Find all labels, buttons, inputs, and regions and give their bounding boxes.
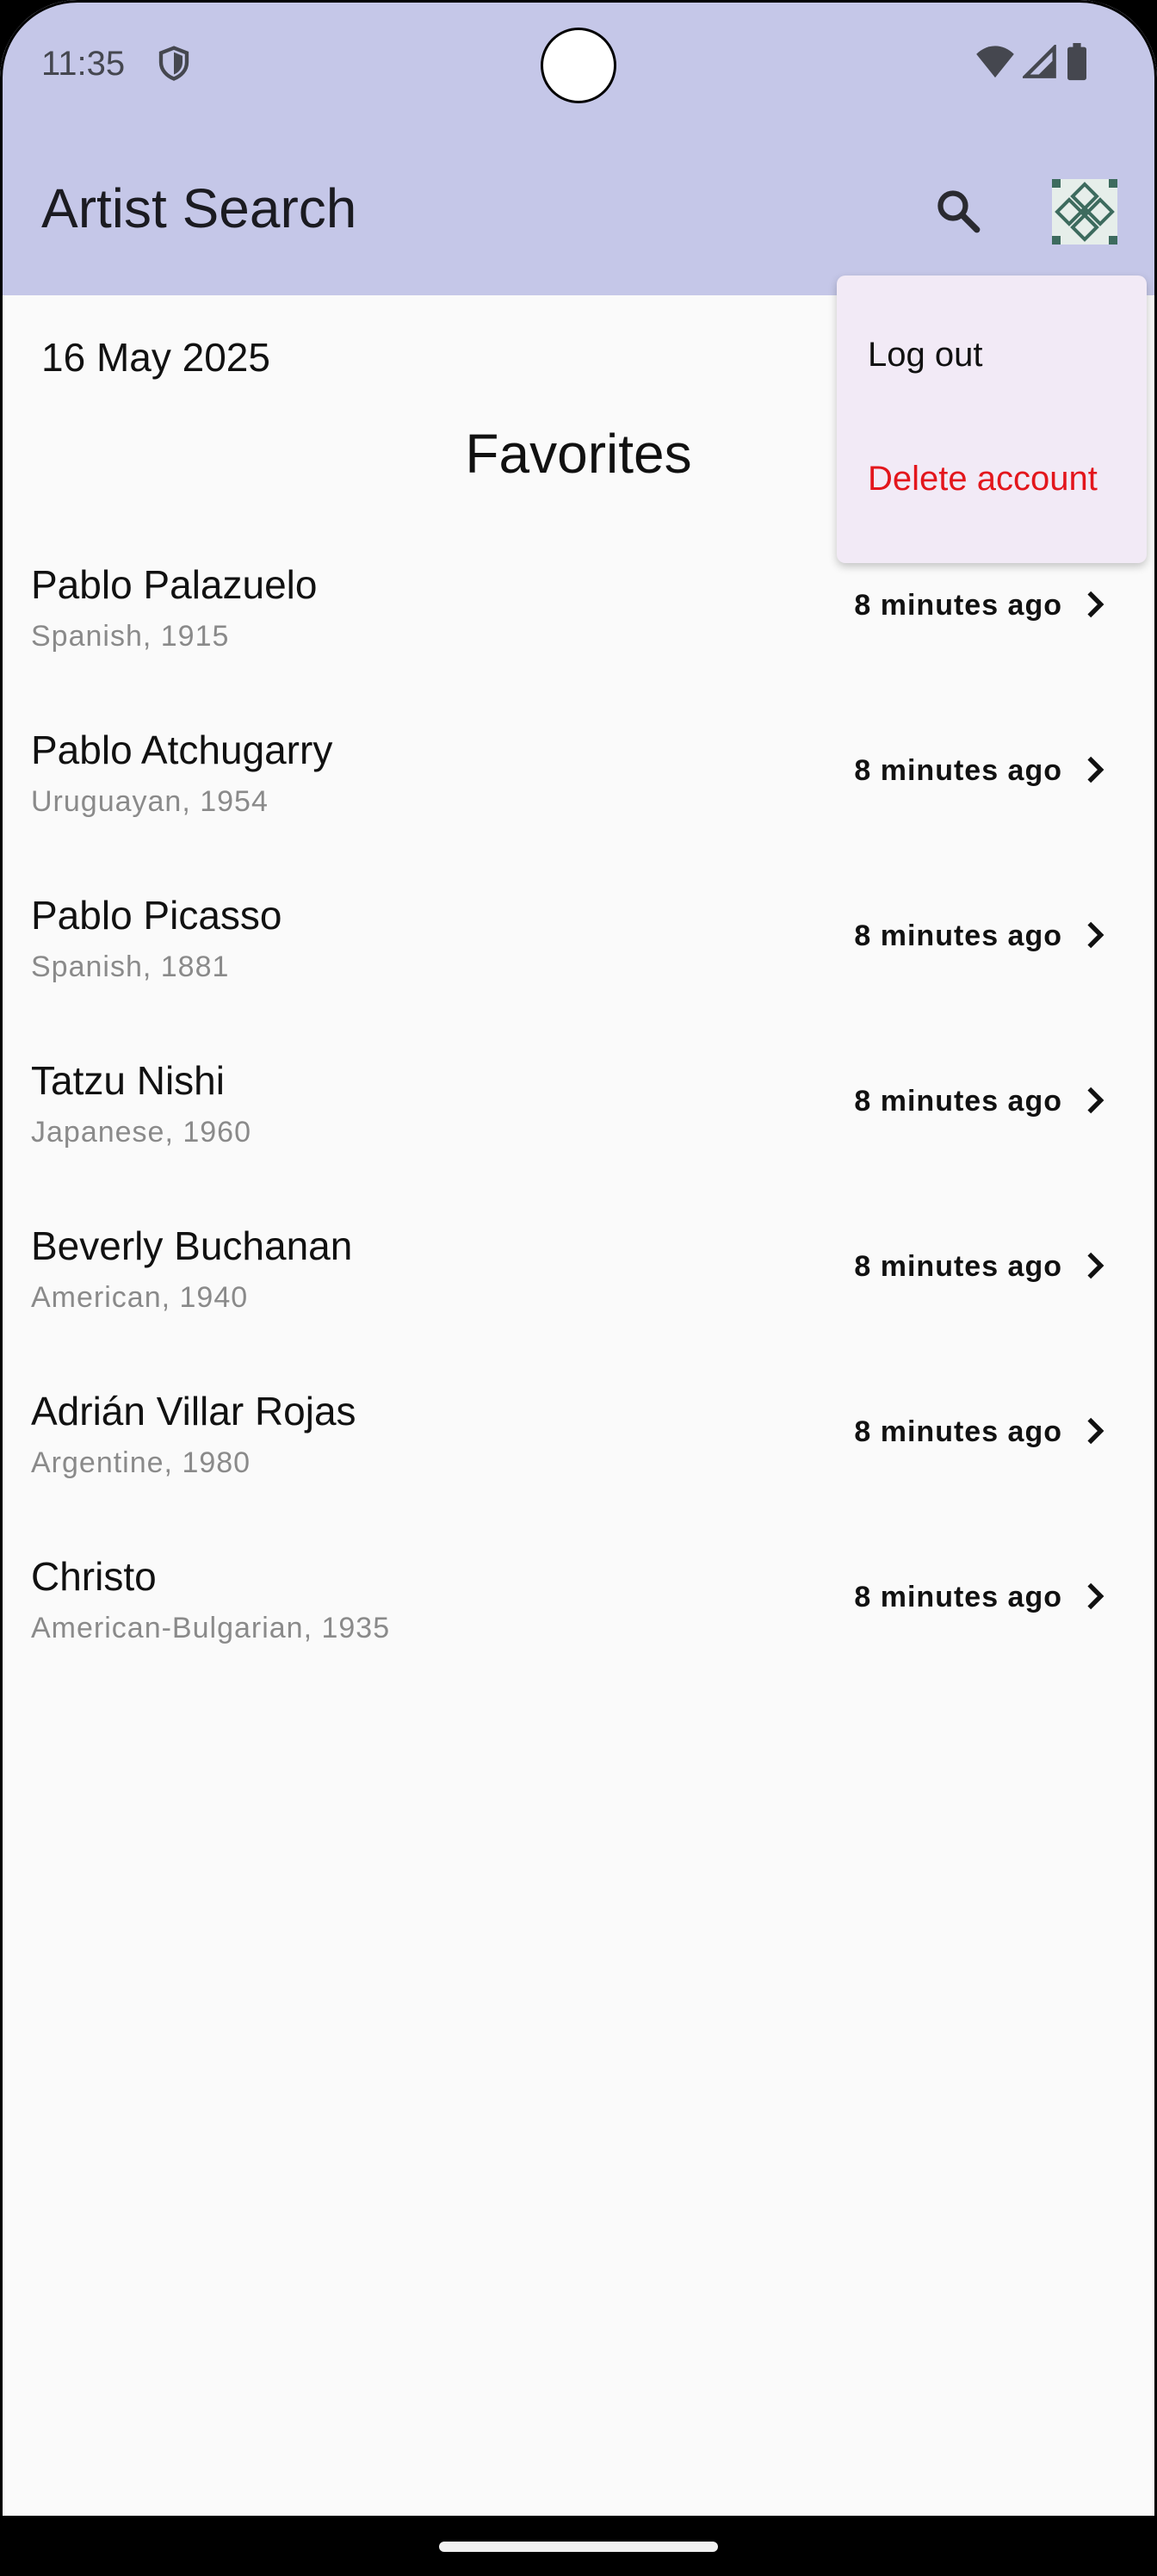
favorited-time: 8 minutes ago — [854, 1581, 1062, 1613]
delete-account-menu-item[interactable]: Delete account — [868, 460, 1098, 498]
search-icon — [937, 190, 981, 233]
app-bar: 11:35 Artist Search — [0, 0, 1157, 295]
artist-details: Japanese, 1960 — [31, 1116, 251, 1149]
favorited-time: 8 minutes ago — [854, 589, 1062, 622]
chevron-right-icon — [1087, 921, 1104, 949]
artist-details: Spanish, 1881 — [31, 951, 230, 983]
home-indicator[interactable] — [439, 2542, 718, 2552]
favorited-time: 8 minutes ago — [854, 1085, 1062, 1118]
favorite-row[interactable]: Pablo Atchugarry Uruguayan, 1954 8 minut… — [0, 711, 1157, 876]
current-date: 16 May 2025 — [41, 335, 270, 380]
favorite-row[interactable]: Tatzu Nishi Japanese, 1960 8 minutes ago — [0, 1042, 1157, 1207]
chevron-right-icon — [1087, 1582, 1104, 1610]
artist-details: Uruguayan, 1954 — [31, 785, 269, 818]
artist-details: Spanish, 1915 — [31, 620, 230, 653]
artist-name: Pablo Atchugarry — [31, 728, 333, 772]
artist-details: Argentine, 1980 — [31, 1446, 251, 1479]
favorited-time: 8 minutes ago — [854, 1250, 1062, 1283]
chevron-right-icon — [1087, 1252, 1104, 1279]
chevron-right-icon — [1087, 1087, 1104, 1114]
artist-details: American, 1940 — [31, 1281, 249, 1314]
favorited-time: 8 minutes ago — [854, 1415, 1062, 1448]
search-button[interactable] — [928, 181, 988, 241]
artist-name: Pablo Picasso — [31, 893, 282, 938]
favorite-row[interactable]: Christo American-Bulgarian, 1935 8 minut… — [0, 1538, 1157, 1703]
artist-details: American-Bulgarian, 1935 — [31, 1612, 391, 1644]
artist-name: Pablo Palazuelo — [31, 562, 318, 607]
patterned-avatar-icon — [1052, 179, 1117, 245]
signal-icon — [1023, 45, 1056, 78]
wifi-icon — [976, 46, 1014, 78]
favorite-row[interactable]: Beverly Buchanan American, 1940 8 minute… — [0, 1207, 1157, 1372]
artist-name: Christo — [31, 1554, 157, 1599]
shield-icon — [158, 46, 189, 81]
favorite-row[interactable]: Adrián Villar Rojas Argentine, 1980 8 mi… — [0, 1372, 1157, 1538]
phone-screen: 11:35 Artist Search 16 May 2025 Favorite… — [0, 0, 1157, 2576]
battery-icon — [1067, 43, 1086, 81]
chevron-right-icon — [1087, 756, 1104, 783]
artist-name: Beverly Buchanan — [31, 1223, 353, 1268]
overflow-menu: Log out Delete account — [837, 276, 1147, 563]
app-title: Artist Search — [41, 177, 357, 239]
chevron-right-icon — [1087, 591, 1104, 618]
chevron-right-icon — [1087, 1417, 1104, 1445]
artist-name: Adrián Villar Rojas — [31, 1389, 356, 1434]
favorited-time: 8 minutes ago — [854, 754, 1062, 787]
favorite-row[interactable]: Pablo Palazuelo Spanish, 1915 8 minutes … — [0, 546, 1157, 711]
camera-cutout — [541, 28, 616, 103]
artist-name: Tatzu Nishi — [31, 1058, 225, 1103]
status-icons — [976, 43, 1088, 81]
logout-menu-item[interactable]: Log out — [868, 336, 982, 375]
avatar-button[interactable] — [1052, 179, 1117, 245]
favorite-row[interactable]: Pablo Picasso Spanish, 1881 8 minutes ag… — [0, 876, 1157, 1042]
status-time: 11:35 — [41, 45, 126, 83]
favorites-list: Pablo Palazuelo Spanish, 1915 8 minutes … — [0, 546, 1157, 1703]
favorited-time: 8 minutes ago — [854, 920, 1062, 952]
